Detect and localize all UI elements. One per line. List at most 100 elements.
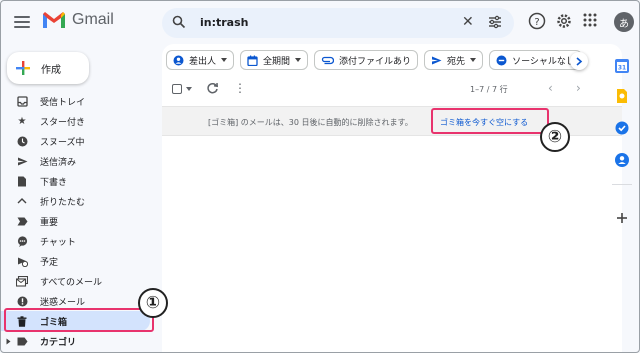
sidebar-item-scheduled[interactable]: 予定 <box>0 251 160 271</box>
calendar-icon <box>247 55 258 66</box>
search-icon[interactable] <box>172 15 186 29</box>
sidebar-item-trash[interactable]: ゴミ箱 <box>0 311 150 331</box>
draft-icon <box>16 175 28 187</box>
sidebar-item-all-mail[interactable]: すべてのメール <box>0 271 160 291</box>
sidebar-item-collapse[interactable]: 折りたたむ <box>0 191 160 211</box>
step-2-badge: ② <box>540 122 570 152</box>
attachment-icon <box>321 56 335 64</box>
sidebar-item-label: 送信済み <box>40 157 77 168</box>
sidebar-item-sent[interactable]: 送信済み <box>0 151 160 171</box>
chevron-right-icon <box>576 56 583 66</box>
clear-search-icon[interactable]: ✕ <box>462 14 474 30</box>
inbox-icon <box>16 95 28 107</box>
minus-circle-icon <box>496 55 507 65</box>
sidebar-item-label: 受信トレイ <box>40 97 86 108</box>
next-page-icon[interactable]: › <box>576 81 581 95</box>
dropdown-caret-icon <box>295 58 302 62</box>
trash-notice-text: [ゴミ箱] のメールは、30 日後に自動的に削除されます。 <box>208 118 413 127</box>
chevron-up-icon <box>16 195 28 207</box>
filter-chip-to[interactable]: 宛先 <box>424 50 484 70</box>
empty-trash-link[interactable]: ゴミ箱を今すぐ空にする <box>440 117 528 128</box>
spam-icon <box>16 295 28 307</box>
keep-app-icon[interactable] <box>614 88 630 104</box>
all-mail-icon <box>16 275 28 287</box>
sidebar-item-label: カテゴリ <box>40 337 77 348</box>
sidebar-item-label: チャット <box>40 237 76 248</box>
sidebar-item-label: 重要 <box>40 217 59 228</box>
compose-label: 作成 <box>41 64 61 76</box>
svg-text:31: 31 <box>618 65 626 72</box>
sidebar-item-spam[interactable]: 迷惑メール <box>0 291 160 311</box>
settings-gear-icon[interactable] <box>555 12 573 30</box>
pagination-count: 1–7 / 7 行 <box>470 85 508 94</box>
clock-icon <box>16 135 28 147</box>
filter-chip-attachment[interactable]: 添付ファイルあり <box>314 50 419 70</box>
sidebar-item-important[interactable]: 重要 <box>0 211 160 231</box>
chip-label: 添付ファイルあり <box>339 56 412 67</box>
sidebar-item-label: 折りたたむ <box>40 197 86 208</box>
select-dropdown-icon[interactable] <box>186 87 192 91</box>
sidebar-item-drafts[interactable]: 下書き <box>0 171 160 191</box>
sidebar-item-starred[interactable]: ★ スター付き <box>0 111 160 131</box>
chip-label: 全期間 <box>263 56 291 67</box>
calendar-app-icon[interactable]: 31 <box>614 58 630 74</box>
sidebar-item-categories[interactable]: カテゴリ <box>0 331 160 351</box>
chip-label: ソーシャルなし <box>512 56 575 67</box>
sidebar-item-snoozed[interactable]: スヌーズ中 <box>0 131 160 151</box>
step-1-badge: ① <box>138 288 168 318</box>
sidebar-item-label: 予定 <box>40 257 59 268</box>
important-icon <box>16 215 28 227</box>
tasks-app-icon[interactable] <box>614 120 630 136</box>
svg-text:?: ? <box>534 17 539 28</box>
star-icon: ★ <box>17 115 27 127</box>
select-all-checkbox[interactable] <box>172 84 182 94</box>
contacts-app-icon[interactable] <box>614 152 630 168</box>
menu-line <box>14 26 30 28</box>
list-toolbar: ⋮ 1–7 / 7 行 ‹ › <box>162 78 622 100</box>
gmail-logo[interactable]: Gmail <box>42 11 114 29</box>
label-icon <box>6 335 28 347</box>
send-icon <box>16 155 28 167</box>
main-panel: 差出人 全期間 添付ファイルあり 宛先 ソーシャルなし ⋮ 1–7 / 7 行 … <box>162 44 622 353</box>
main-menu-button[interactable] <box>10 10 34 34</box>
chips-scroll-right-button[interactable] <box>570 52 588 70</box>
plus-icon <box>16 61 30 75</box>
search-options-icon[interactable] <box>488 15 502 29</box>
rail-divider <box>612 184 632 185</box>
chip-label: 差出人 <box>189 56 217 67</box>
help-icon[interactable]: ? <box>528 12 546 30</box>
search-input[interactable]: in:trash <box>200 16 249 29</box>
sidebar-item-label: 迷惑メール <box>40 297 86 308</box>
gmail-m-icon <box>43 12 65 28</box>
add-app-icon[interactable] <box>614 210 630 226</box>
sidebar-item-label: スヌーズ中 <box>40 137 85 148</box>
sidebar-item-label: 下書き <box>40 177 68 188</box>
sidebar-item-label: スター付き <box>40 117 86 128</box>
send-icon <box>432 56 442 64</box>
chip-label: 宛先 <box>447 56 466 67</box>
filter-chip-social[interactable]: ソーシャルなし <box>489 50 582 70</box>
compose-button[interactable]: 作成 <box>7 52 89 84</box>
trash-icon <box>16 315 28 327</box>
search-filter-chips: 差出人 全期間 添付ファイルあり 宛先 ソーシャルなし <box>166 50 582 72</box>
menu-line <box>14 21 30 23</box>
dropdown-caret-icon <box>470 58 477 62</box>
top-bar: Gmail in:trash ✕ ? あ <box>0 0 640 44</box>
sidebar-nav: 受信トレイ ★ スター付き スヌーズ中 送信済み 下書き 折りたたむ 重要 チャ… <box>0 91 160 351</box>
more-options-icon[interactable]: ⋮ <box>234 82 246 94</box>
filter-chip-from[interactable]: 差出人 <box>166 50 235 70</box>
account-avatar[interactable]: あ <box>614 12 634 32</box>
sidebar-item-chat[interactable]: チャット <box>0 231 160 251</box>
scheduled-icon <box>16 255 28 267</box>
apps-grid-icon[interactable] <box>582 12 598 28</box>
refresh-icon[interactable] <box>206 82 219 95</box>
sidebar-item-label: すべてのメール <box>40 277 103 288</box>
dropdown-caret-icon <box>221 58 228 62</box>
sidebar-item-inbox[interactable]: 受信トレイ <box>0 91 160 111</box>
search-bar[interactable]: in:trash ✕ <box>162 8 514 38</box>
menu-line <box>14 16 30 18</box>
filter-chip-date[interactable]: 全期間 <box>240 50 309 70</box>
chat-icon <box>16 235 28 247</box>
sidebar-item-label: ゴミ箱 <box>40 317 68 328</box>
previous-page-icon[interactable]: ‹ <box>548 81 553 95</box>
